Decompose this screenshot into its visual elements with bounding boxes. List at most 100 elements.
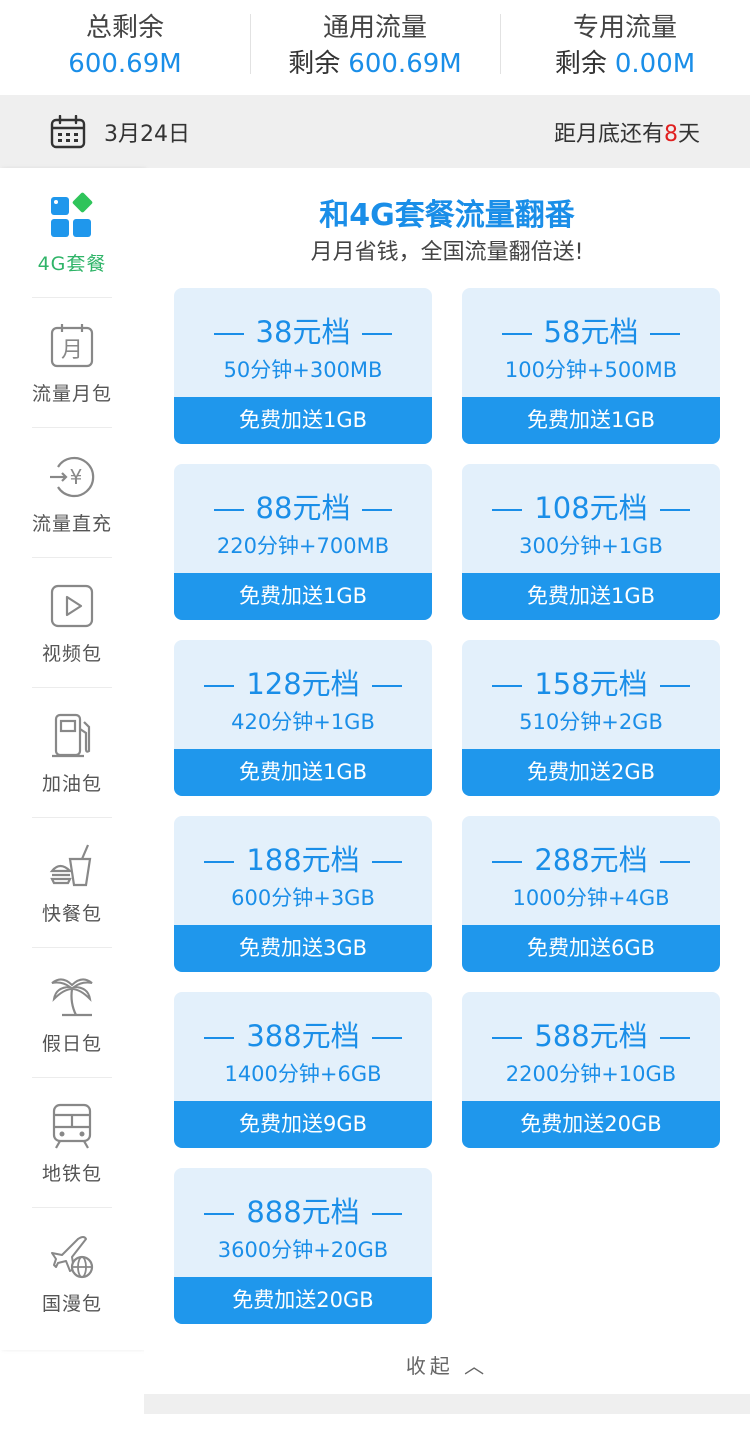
sidebar-item-video-pack[interactable]: 视频包 [0,558,144,688]
general-traffic: 通用流量 剩余 600.69M [250,0,500,95]
plan-card[interactable]: 888元档 3600分钟+20GB 免费加送20GB [174,1168,432,1324]
sidebar-item-roaming-pack[interactable]: 国漫包 [0,1208,144,1338]
sidebar-item-4g-plan[interactable]: 4G套餐 [0,168,144,298]
plan-price: 108元档 [462,490,720,526]
current-date: 3月24日 [104,121,190,147]
calendar-icon [50,114,86,149]
sidebar-item-fastfood-pack[interactable]: 快餐包 [0,818,144,948]
stat-label: 专用流量 [572,13,677,43]
plan-card[interactable]: 88元档 220分钟+700MB 免费加送1GB [174,464,432,620]
plan-detail: 300分钟+1GB [519,534,663,558]
svg-text:月: 月 [61,338,83,363]
plan-card-body: 388元档 1400分钟+6GB [174,992,432,1101]
plan-card[interactable]: 388元档 1400分钟+6GB 免费加送9GB [174,992,432,1148]
page-title: 和4G套餐流量翻番 [319,198,575,233]
plan-detail: 2200分钟+10GB [505,1062,677,1086]
plan-bonus: 免费加送1GB [174,749,432,796]
plan-card[interactable]: 158元档 510分钟+2GB 免费加送2GB [462,640,720,796]
plan-detail: 510分钟+2GB [519,710,663,734]
plan-price: 588元档 [462,1018,720,1054]
sidebar-item-holiday-pack[interactable]: 假日包 [0,948,144,1078]
dash-decoration [204,685,235,687]
sidebar-item-subway-pack[interactable]: 地铁包 [0,1078,144,1208]
days-remaining-suffix: 天 [677,121,700,147]
plan-price: 158元档 [462,666,720,702]
sidebar-item-label: 国漫包 [41,1292,102,1315]
dash-decoration [371,1213,402,1215]
stat-label: 通用流量 [322,13,427,43]
sidebar-item-direct-recharge[interactable]: ¥ 流量直充 [0,428,144,558]
special-traffic: 专用流量 剩余 0.00M [500,0,750,95]
plan-price: 288元档 [462,842,720,878]
plan-detail: 3600分钟+20GB [217,1238,389,1262]
date-bar: 3月24日 距月底还有8天 [0,95,750,168]
sidebar-item-label: 流量月包 [31,382,112,405]
play-icon [50,584,94,627]
plan-card[interactable]: 128元档 420分钟+1GB 免费加送1GB [174,640,432,796]
sidebar-item-label: 4G套餐 [37,252,107,275]
dash-decoration [204,861,235,863]
plan-card[interactable]: 108元档 300分钟+1GB 免费加送1GB [462,464,720,620]
plan-card[interactable]: 188元档 600分钟+3GB 免费加送3GB [174,816,432,972]
subway-icon [52,1103,92,1149]
days-remaining-number: 8 [663,121,678,147]
plan-card[interactable]: 38元档 50分钟+300MB 免费加送1GB [174,288,432,444]
plan-bonus: 免费加送1GB [462,397,720,444]
dash-decoration [492,509,523,511]
plan-bonus: 免费加送1GB [462,573,720,620]
plan-price-text: 288元档 [534,843,648,877]
stat-label: 总剩余 [85,13,164,43]
plan-card-body: 158元档 510分钟+2GB [462,640,720,749]
plan-price-text: 108元档 [534,491,648,525]
plan-bonus: 免费加送1GB [174,573,432,620]
plan-price-text: 588元档 [534,1019,648,1053]
plan-price-text: 388元档 [246,1019,360,1053]
total-remaining: 总剩余 600.69M [0,0,250,95]
plan-card[interactable]: 288元档 1000分钟+4GB 免费加送6GB [462,816,720,972]
plan-card-body: 888元档 3600分钟+20GB [174,1168,432,1277]
plan-bonus: 免费加送20GB [462,1101,720,1148]
fuel-pump-icon [52,713,91,757]
plan-detail: 1400分钟+6GB [224,1062,382,1086]
dash-decoration [204,1213,235,1215]
dash-decoration [659,861,690,863]
plan-detail: 600分钟+3GB [231,886,375,910]
plan-price: 188元档 [174,842,432,878]
plan-price-text: 38元档 [255,315,351,349]
svg-text:¥: ¥ [70,465,83,489]
stat-prefix: 剩余 [288,49,341,79]
dash-decoration [213,509,244,511]
plan-price-text: 58元档 [543,315,639,349]
calendar-month-icon: 月 [50,323,94,367]
plan-bonus: 免费加送20GB [174,1277,432,1324]
dash-decoration [650,333,681,335]
sidebar-item-monthly-data[interactable]: 月 流量月包 [0,298,144,428]
stat-prefix: 剩余 [554,49,607,79]
stat-value: 600.69M [0,46,250,82]
dash-decoration [659,685,690,687]
palm-tree-icon [51,978,93,1016]
plan-price: 888元档 [174,1194,432,1230]
dash-decoration [362,333,393,335]
sidebar-item-label: 地铁包 [41,1162,102,1185]
plan-card[interactable]: 588元档 2200分钟+10GB 免费加送20GB [462,992,720,1148]
collapse-button[interactable]: 收起 ︿ [144,1350,750,1379]
plan-card-body: 188元档 600分钟+3GB [174,816,432,925]
dash-decoration [371,1037,402,1039]
dash-decoration [371,861,402,863]
dash-decoration [492,685,523,687]
sidebar-item-label: 假日包 [41,1032,102,1055]
plan-bonus: 免费加送1GB [174,397,432,444]
days-remaining: 距月底还有8天 [554,116,700,148]
category-sidebar: 4G套餐 月 流量月包 ¥ 流量直充 视频包 加油包 快餐包 假日包 地铁包 国… [0,168,144,1350]
dash-decoration [501,333,532,335]
sidebar-item-label: 视频包 [41,642,102,665]
plan-price: 58元档 [462,314,720,350]
fastfood-icon [49,844,92,886]
plan-card[interactable]: 58元档 100分钟+500MB 免费加送1GB [462,288,720,444]
stat-value-text: 600.69M [348,49,462,79]
plan-detail: 420分钟+1GB [231,710,375,734]
sidebar-item-label: 流量直充 [31,512,112,535]
sidebar-item-fuel-pack[interactable]: 加油包 [0,688,144,818]
dash-decoration [204,1037,235,1039]
